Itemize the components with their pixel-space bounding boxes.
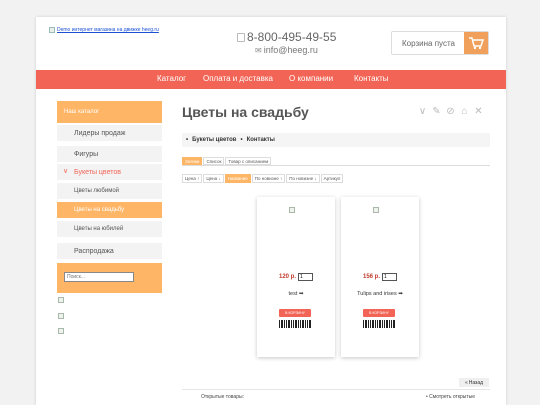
divider [182,165,490,166]
chevron-down-icon[interactable]: ∨ [418,107,427,117]
sidebar-search-box [57,263,162,293]
logo-image-icon [49,27,55,33]
sort-price-asc[interactable]: Цена ↑ [182,174,203,183]
chevron-down-icon: ∨ [63,168,69,175]
product-image[interactable] [289,207,295,213]
barcode-icon [279,320,311,328]
header-phone: 8-800-495-49-55 [237,30,336,44]
quantity-input[interactable] [298,273,313,281]
main-nav: Каталог Оплата и доставка О компании Кон… [36,70,506,89]
product-price: 156 р. [362,274,380,280]
sidebar-item-wedding[interactable]: Цветы на свадьбу [57,202,162,218]
check-icon[interactable]: ⊘ [446,107,455,117]
recent-products-label: Открытые товары: [201,394,244,400]
breadcrumb: • Букеты цветов • Контакты [182,133,490,147]
cart-label: Корзина пуста [402,38,455,48]
sidebar-banner-image[interactable] [58,297,64,303]
sidebar-item-anniversary[interactable]: Цветы на юбилей [57,221,162,237]
sidebar-item-beloved[interactable]: Цветы любимой [57,183,162,199]
search-input[interactable] [64,272,134,282]
breadcrumb-item[interactable]: Контакты [247,137,275,143]
sidebar-item-bouquets[interactable]: ∨ Букеты цветов [57,164,162,180]
sort-name[interactable]: Название [224,174,251,183]
phone-number: 8-800-495-49-55 [247,30,337,44]
logo-alt-text: Demo интернет магазина на движке heeg.ru [57,27,159,33]
double-chevron-left-icon: « [464,379,468,386]
sort-new-asc[interactable]: По новизне ↑ [251,174,286,183]
add-to-cart-button[interactable]: В КОРЗИНУ [363,309,395,317]
page: Demo интернет магазина на движке heeg.ru… [36,17,506,405]
nav-item-contacts[interactable]: Контакты [354,74,389,83]
divider [182,389,490,390]
add-to-cart-button[interactable]: В КОРЗИНУ [279,309,311,317]
cart-icon [464,32,488,54]
nav-item-payment-delivery[interactable]: Оплата и доставка [203,74,273,83]
sort-tabs: Цена ↑ Цена ↓ Название По новизне ↑ По н… [182,174,344,183]
nav-item-catalog[interactable]: Каталог [157,74,186,83]
sidebar-item-figures[interactable]: Фигуры [57,146,162,162]
barcode-icon [363,320,395,328]
view-mode-tabs: Значки Список Товар с описанием [182,157,272,165]
nav-item-about[interactable]: О компании [289,74,333,83]
sort-new-desc[interactable]: По новизне ↓ [286,174,320,183]
sidebar-item-label: Букеты цветов [74,168,121,176]
arrow-icon: ➡ [298,291,304,297]
product-name[interactable]: test ➡ [257,291,335,297]
sidebar-item-sale[interactable]: Распродажа [57,243,162,259]
breadcrumb-item[interactable]: Букеты цветов [192,137,236,143]
back-label: Назад [468,379,484,386]
tab-icons[interactable]: Значки [182,157,203,165]
header-email[interactable]: ✉ info@heeg.ru [255,45,318,55]
home-icon[interactable]: ⌂ [460,107,469,117]
email-address: info@heeg.ru [263,45,318,55]
arrow-icon: ➡ [398,291,403,297]
sidebar-banner-image[interactable] [58,313,64,319]
title-toolbar: ∨ ✎ ⊘ ⌂ ✕ [418,107,483,117]
quantity-input[interactable] [382,273,397,281]
product-card[interactable]: 120 р. test ➡ В КОРЗИНУ [257,197,335,357]
sort-article[interactable]: Артикул [320,174,344,183]
sidebar-banner-image[interactable] [58,328,64,334]
tab-description[interactable]: Товар с описанием [225,157,272,165]
product-image[interactable] [373,207,379,213]
site-logo-link[interactable]: Demo интернет магазина на движке heeg.ru [49,27,159,33]
product-price: 120 р. [278,274,296,280]
edit-icon[interactable]: ✎ [432,107,441,117]
sidebar-heading: Наш каталог [57,101,162,123]
back-button[interactable]: « Назад [459,378,489,387]
close-icon[interactable]: ✕ [474,107,483,117]
product-name[interactable]: Tulips and irises ➡ [341,291,419,297]
cart-button[interactable]: Корзина пуста [391,31,489,55]
product-card[interactable]: 156 р. Tulips and irises ➡ В КОРЗИНУ [341,197,419,357]
sort-price-desc[interactable]: Цена ↓ [203,174,224,183]
sidebar-item-leaders[interactable]: Лидеры продаж [57,125,162,141]
page-title: Цветы на свадьбу [182,104,309,120]
phone-icon [237,32,245,42]
tab-list[interactable]: Список [203,157,225,165]
view-recent-link[interactable]: • Смотреть открытые [426,394,475,400]
mail-icon: ✉ [255,45,262,55]
